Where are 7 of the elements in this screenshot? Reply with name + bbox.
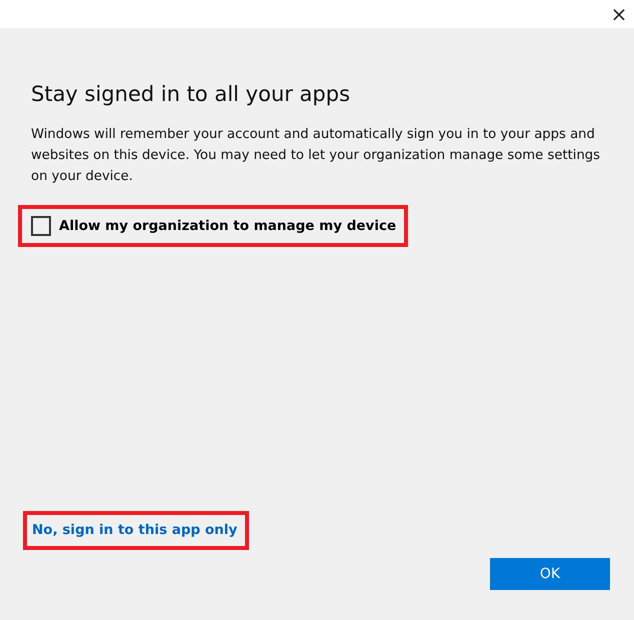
checkbox-label[interactable]: Allow my organization to manage my device	[59, 218, 396, 234]
sign-in-link[interactable]: No, sign in to this app only	[27, 515, 246, 546]
description-text: Windows will remember your account and automatically sign you in to your apps and websites on this device. You may need to let your organization manage some settings on your device.	[31, 126, 602, 186]
ok-button[interactable]: OK	[490, 558, 610, 590]
checkbox[interactable]	[31, 216, 51, 236]
close-button[interactable]: ×	[604, 0, 634, 28]
dialog-title: Stay signed in to all your apps	[31, 82, 352, 106]
